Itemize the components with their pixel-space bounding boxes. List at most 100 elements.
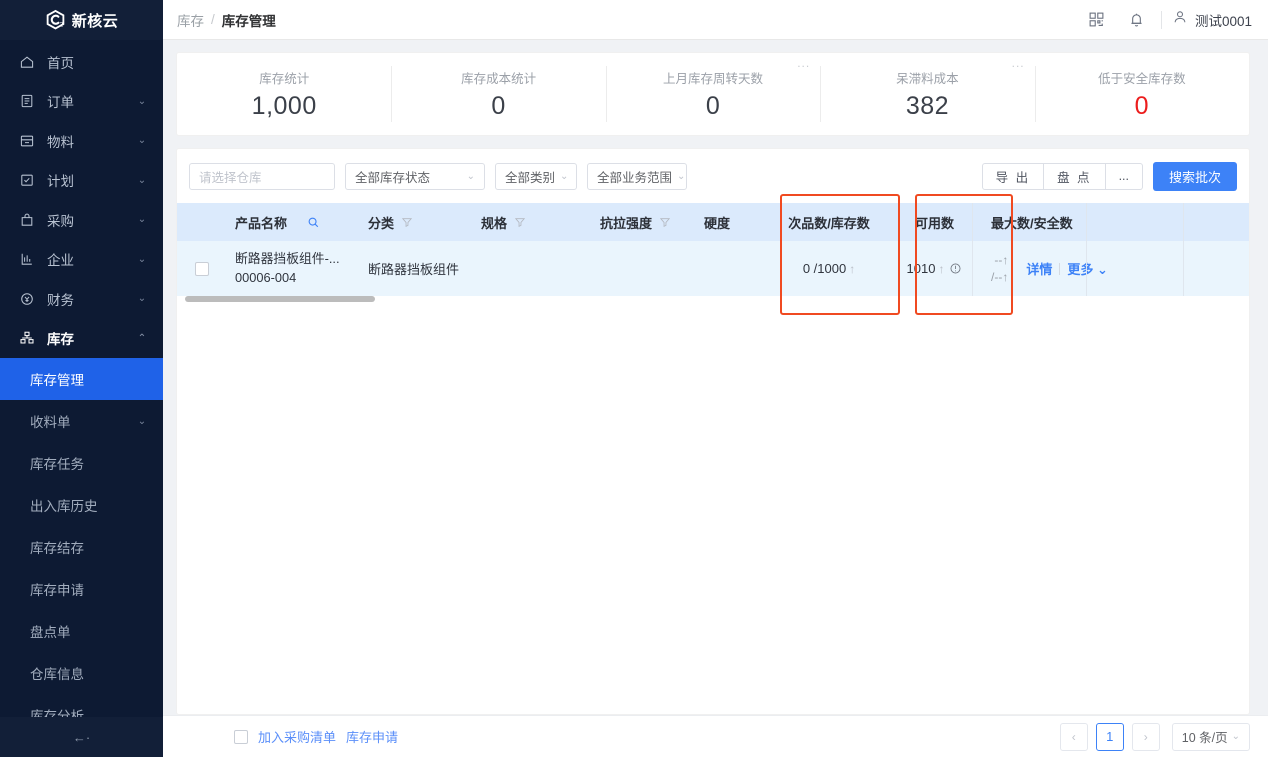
filter-icon[interactable] <box>401 216 413 228</box>
page-number-1[interactable]: 1 <box>1095 722 1124 751</box>
filter-icon[interactable] <box>659 216 671 228</box>
warehouse-select[interactable]: 请选择仓库 <box>189 162 335 190</box>
stat-card-inventory-cost[interactable]: 库存成本统计 0 <box>391 53 605 135</box>
add-to-purchase-list-link[interactable]: 加入采购清单 <box>258 727 336 746</box>
sidebar-item-plan[interactable]: 计划 ⌄ <box>0 161 163 201</box>
exclamation-circle-icon[interactable] <box>949 262 962 275</box>
export-button[interactable]: 导 出 <box>981 162 1045 190</box>
sidebar-item-enterprise[interactable]: 企业 ⌄ <box>0 240 163 280</box>
sidebar-item-inventory-management[interactable]: 库存管理 <box>0 358 163 400</box>
sidebar-item-home[interactable]: 首页 <box>0 42 163 82</box>
sidebar-item-material[interactable]: 物料 ⌄ <box>0 121 163 161</box>
footer-bar: 加入采购清单 库存申请 ‹ 1 › 10 条/页 ⌄ <box>163 715 1268 757</box>
sidebar-subitem-label: 库存分析 <box>30 709 84 717</box>
sidebar-item-finance[interactable]: 财务 ⌄ <box>0 279 163 319</box>
stat-value: 1,000 <box>251 91 317 120</box>
breadcrumb-parent[interactable]: 库存 <box>177 10 204 30</box>
sidebar-item-inventory-task[interactable]: 库存任务 <box>0 442 163 484</box>
category-select[interactable]: 全部类别 ⌄ <box>495 162 577 190</box>
more-link[interactable]: 更多 ⌄ <box>1067 259 1108 278</box>
stat-more-icon[interactable]: ... <box>797 57 810 69</box>
chevron-down-icon: ⌄ <box>1096 262 1108 277</box>
stat-label: 库存统计 <box>259 71 310 86</box>
column-header-max-safe[interactable]: 最大数/安全数 <box>983 203 1249 241</box>
stat-card-below-safety-stock[interactable]: 低于安全库存数 0 <box>1034 53 1249 135</box>
stat-card-sluggish-cost[interactable]: ... 呆滞料成本 382 <box>820 53 1034 135</box>
column-header-available[interactable]: 可用数 <box>886 203 983 241</box>
collapse-arrow-icon: ←· <box>72 729 91 745</box>
detail-link[interactable]: 详情 <box>1026 259 1052 278</box>
stat-value: 0 <box>705 91 721 120</box>
column-header-tensile-strength[interactable]: 抗拉强度 <box>592 203 696 241</box>
search-batch-button[interactable]: 搜索批次 <box>1152 161 1237 191</box>
qrcode-icon[interactable] <box>1077 0 1117 40</box>
sidebar-item-inventory-analysis[interactable]: 库存分析 <box>0 694 163 717</box>
sidebar-item-label: 企业 <box>47 253 74 269</box>
sidebar-item-inventory[interactable]: 库存 ⌃ <box>0 319 163 359</box>
cell-category: 断路器挡板组件 <box>368 262 460 277</box>
row-checkbox[interactable] <box>195 261 209 276</box>
user-name: 测试0001 <box>1194 13 1252 29</box>
product-name-line1: 断路器挡板组件-... <box>235 251 340 267</box>
table-row[interactable]: 断路器挡板组件-... 00006-004 断路器挡板组件 0 /1000 ↑ <box>177 241 1249 296</box>
sidebar-item-receiving-note[interactable]: 收料单 ⌄ <box>0 400 163 442</box>
chevron-down-icon: ⌄ <box>137 415 147 427</box>
column-divider <box>1086 203 1087 296</box>
user-menu[interactable]: 测试0001 <box>1166 9 1252 30</box>
column-header-product-name[interactable]: 产品名称 <box>227 203 360 241</box>
column-header-defect-stock[interactable]: 次品数/库存数 <box>772 203 886 241</box>
pagination: ‹ 1 › 10 条/页 ⌄ <box>1059 722 1250 751</box>
sidebar-item-inventory-request[interactable]: 库存申请 <box>0 568 163 610</box>
sidebar-item-label: 订单 <box>47 95 74 111</box>
next-page-button[interactable]: › <box>1131 722 1160 751</box>
column-header-category[interactable]: 分类 <box>360 203 473 241</box>
prev-page-button[interactable]: ‹ <box>1059 722 1088 751</box>
stock-status-select[interactable]: 全部库存状态 ⌄ <box>345 162 485 190</box>
available-value: 1010 <box>906 261 936 276</box>
stat-label: 上月库存周转天数 <box>663 71 764 86</box>
purchase-icon <box>18 211 36 229</box>
sidebar-item-label: 首页 <box>47 55 74 71</box>
footer-select-checkbox[interactable] <box>234 729 248 744</box>
row-actions: 详情 更多 ⌄ <box>1026 259 1108 278</box>
sidebar-item-label: 财务 <box>47 292 74 308</box>
select-all-header <box>177 203 227 241</box>
finance-icon <box>18 290 36 308</box>
column-label: 硬度 <box>704 215 731 231</box>
brand-logo[interactable]: 2 新核云 <box>0 0 163 40</box>
chevron-down-icon: ⌄ <box>137 95 147 107</box>
plan-icon <box>18 171 36 189</box>
more-actions-button[interactable]: ... <box>1105 162 1143 190</box>
sidebar-item-inout-history[interactable]: 出入库历史 <box>0 484 163 526</box>
sidebar-collapse-button[interactable]: ←· <box>0 717 163 757</box>
column-header-spec[interactable]: 规格 <box>473 203 592 241</box>
search-icon[interactable] <box>307 216 320 229</box>
stat-more-icon[interactable]: ... <box>1012 57 1025 69</box>
cell-hardness <box>696 241 772 296</box>
stocktake-button[interactable]: 盘 点 <box>1044 162 1106 190</box>
horizontal-scrollbar[interactable] <box>185 296 375 302</box>
sidebar-item-inventory-balance[interactable]: 库存结存 <box>0 526 163 568</box>
inventory-panel: 请选择仓库 全部库存状态 ⌄ 全部类别 ⌄ 全部业务范围 ⌄ 导 出 盘 点 .… <box>176 148 1250 715</box>
top-bar-right: 测试0001 <box>1077 0 1268 40</box>
sidebar-item-stocktake-note[interactable]: 盘点单 <box>0 610 163 652</box>
chevron-down-icon: ⌄ <box>137 135 147 147</box>
sidebar: 2 新核云 首页 订单 ⌄ 物料 ⌄ 计划 ⌄ 采购 ⌄ 企业 ⌄ 财务 ⌄ 库… <box>0 0 163 757</box>
sidebar-item-purchase[interactable]: 采购 ⌄ <box>0 200 163 240</box>
column-header-hardness[interactable]: 硬度 <box>696 203 772 241</box>
sidebar-item-warehouse-info[interactable]: 仓库信息 <box>0 652 163 694</box>
stat-value: 382 <box>905 91 950 120</box>
user-avatar-icon <box>1172 9 1188 30</box>
table-header-row: 产品名称 分类 规格 抗拉强度 硬度 次品数/库存数 可用数 最大数/安全数 <box>177 203 1249 241</box>
filter-icon[interactable] <box>514 216 526 228</box>
page-size-select[interactable]: 10 条/页 ⌄ <box>1171 722 1250 751</box>
business-scope-select[interactable]: 全部业务范围 ⌄ <box>587 162 687 190</box>
bell-icon[interactable] <box>1117 0 1157 40</box>
arrow-up-icon: ↑ <box>938 261 945 276</box>
sidebar-item-order[interactable]: 订单 ⌄ <box>0 82 163 122</box>
stock-request-link[interactable]: 库存申请 <box>346 727 398 746</box>
inventory-icon <box>18 329 36 347</box>
stat-card-turnover-days[interactable]: ... 上月库存周转天数 0 <box>605 53 820 135</box>
stat-card-inventory-count[interactable]: 库存统计 1,000 <box>177 53 391 135</box>
divider <box>1160 10 1162 29</box>
